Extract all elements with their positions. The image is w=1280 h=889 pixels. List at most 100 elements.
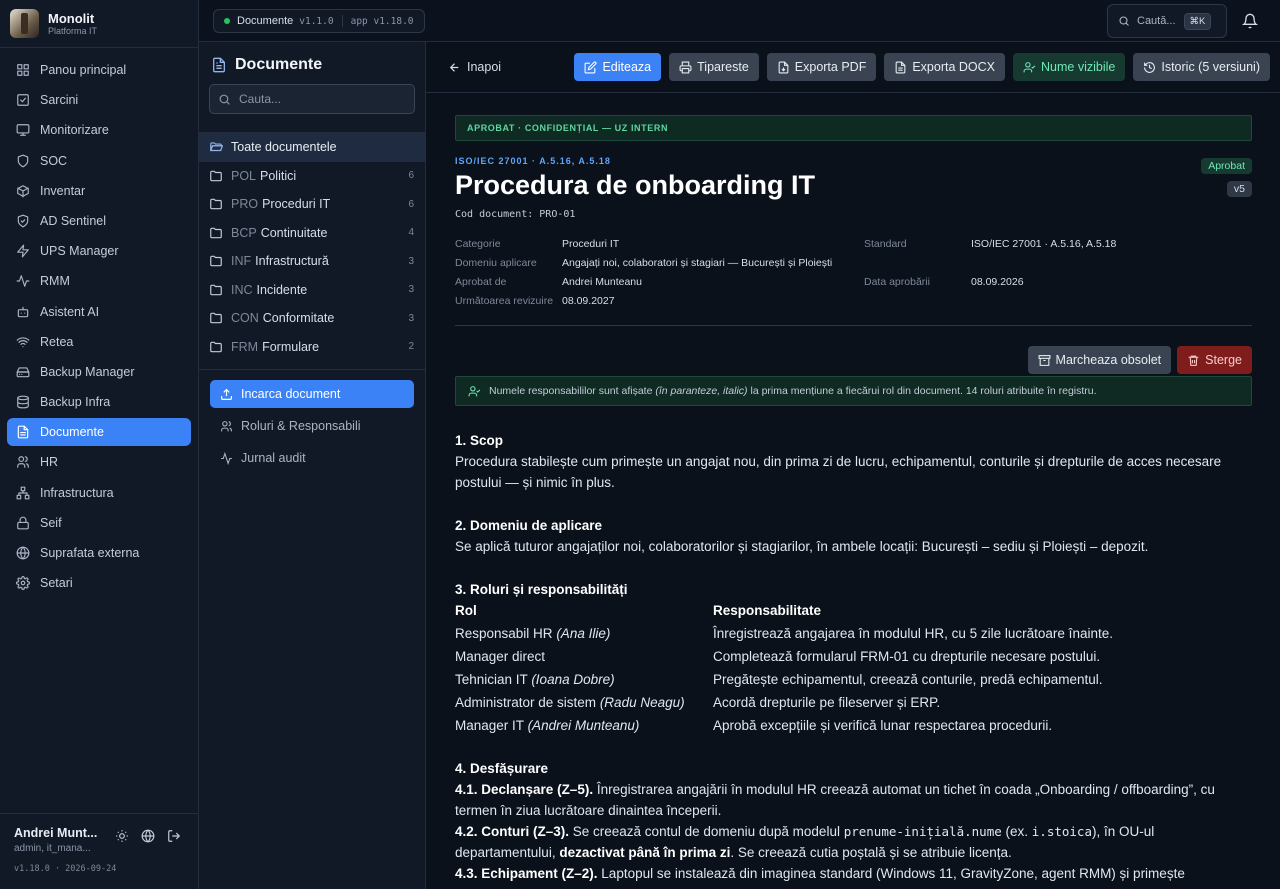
upload-document-button[interactable]: Incarca document — [210, 380, 414, 408]
export-docx-button[interactable]: Exporta DOCX — [884, 53, 1006, 81]
sidebar-item-panou-principal[interactable]: Panou principal — [7, 56, 191, 84]
sidebar-item-backup-manager[interactable]: Backup Manager — [7, 358, 191, 386]
zap-icon — [16, 244, 30, 258]
brand-subtitle: Platforma IT — [48, 25, 98, 36]
meta-value: Proceduri IT — [562, 238, 620, 250]
section-name: Documente — [237, 15, 294, 27]
wifi-icon — [16, 335, 30, 349]
sidebar-item-label: Seif — [40, 515, 62, 530]
roles-link[interactable]: Roluri & Responsabili — [199, 410, 425, 442]
globe-icon[interactable] — [141, 829, 155, 843]
folder-pol[interactable]: POL Politici 6 — [199, 162, 425, 191]
folder-name: Incidente — [256, 282, 308, 297]
folder-frm[interactable]: FRM Formulare 2 — [199, 333, 425, 362]
hard-drive-icon — [16, 365, 30, 379]
folder-bcp[interactable]: BCP Continuitate 4 — [199, 219, 425, 248]
logout-icon[interactable] — [167, 829, 181, 843]
sidebar-item-seif[interactable]: Seif — [7, 509, 191, 537]
print-button[interactable]: Tipareste — [669, 53, 759, 81]
global-search[interactable]: Caută... ⌘K — [1107, 4, 1227, 38]
sidebar-item-label: Backup Infra — [40, 395, 111, 410]
module-version: v1.1.0 — [299, 15, 334, 27]
folder-count: 3 — [408, 312, 414, 324]
status-badge: Aprobat — [1201, 158, 1252, 174]
export-pdf-button[interactable]: Exporta PDF — [766, 53, 877, 81]
sidebar-item-setari[interactable]: Setari — [7, 569, 191, 597]
step-4-1: 4.1. Declanșare (Z–5). Înregistrarea ang… — [455, 782, 1215, 818]
role-cell: Manager direct — [455, 649, 546, 664]
back-button[interactable]: Inapoi — [448, 60, 501, 74]
sidebar-item-monitorizare[interactable]: Monitorizare — [7, 116, 191, 144]
sidebar-item-retea[interactable]: Retea — [7, 328, 191, 356]
edit-button[interactable]: Editeaza — [574, 53, 662, 81]
document-title: Procedura de onboarding IT — [455, 170, 816, 200]
bot-icon — [16, 305, 30, 319]
sidebar-item-ad-sentinel[interactable]: AD Sentinel — [7, 207, 191, 235]
sidebar-item-asistent-ai[interactable]: Asistent AI — [7, 298, 191, 326]
folder-count: 2 — [408, 341, 414, 353]
search-icon — [1118, 15, 1130, 27]
sidebar-item-suprafata-externa[interactable]: Suprafata externa — [7, 539, 191, 567]
folder-prefix: INF — [231, 254, 252, 269]
audit-link[interactable]: Jurnal audit — [199, 442, 425, 474]
lock-icon — [16, 516, 30, 530]
brand[interactable]: Monolit Platforma IT — [0, 0, 198, 48]
folder-all[interactable]: Toate documentele — [199, 133, 425, 162]
sidebar-item-backup-infra[interactable]: Backup Infra — [7, 388, 191, 416]
version-badge: v5 — [1226, 181, 1252, 197]
sun-icon[interactable] — [115, 829, 129, 843]
sidebar-item-documente[interactable]: Documente — [7, 418, 191, 447]
sidebar-item-ups-manager[interactable]: UPS Manager — [7, 237, 191, 265]
step-4-2: 4.2. Conturi (Z–3). Se creează contul de… — [455, 824, 1155, 860]
section-text: Se aplică tuturor angajaților noi, colab… — [455, 539, 1149, 554]
activity-icon — [16, 274, 30, 288]
folder-icon — [209, 169, 223, 183]
sidebar-item-label: Asistent AI — [40, 304, 100, 319]
folder-list: Toate documentele POL Politici 6 PRO Procedu… — [199, 132, 425, 370]
responsibility-cell: Aprobă excepțiile și verifică lunar resp… — [713, 718, 1053, 733]
edit-icon — [584, 60, 597, 74]
brand-name: Monolit — [48, 10, 95, 26]
visible-names-label: Nume vizibile — [1041, 60, 1116, 74]
meta-key: Următoarea revizuire — [455, 295, 554, 307]
folder-pro[interactable]: PRO Proceduri IT 6 — [199, 190, 425, 219]
history-button[interactable]: Istoric (5 versiuni) — [1133, 53, 1270, 81]
section-pill[interactable]: Documente v1.1.0 app v1.18.0 — [213, 9, 425, 33]
folder-prefix: BCP — [231, 225, 257, 240]
upload-icon — [220, 388, 233, 401]
responsibility-cell: Acordă drepturile pe fileserver și ERP. — [713, 695, 941, 710]
sidebar-item-rmm[interactable]: RMM — [7, 267, 191, 295]
panel-title: Documente — [235, 56, 323, 73]
main-nav: Panou principal Sarcini Monitorizare SOC Inv… — [0, 48, 198, 597]
sidebar-item-inventar[interactable]: Inventar — [7, 177, 191, 205]
folder-icon — [209, 311, 223, 325]
grid-icon — [16, 63, 30, 77]
document-search-input[interactable]: Cauta... — [209, 84, 415, 114]
roles-header-resp: Responsabilitate — [713, 603, 822, 618]
global-search-placeholder: Caută... — [1137, 15, 1176, 27]
meta-key: Categorie — [455, 238, 501, 250]
folder-inc[interactable]: INC Incidente 3 — [199, 276, 425, 305]
mark-obsolete-button[interactable]: Marcheaza obsolet — [1027, 346, 1172, 374]
folder-inf[interactable]: INF Infrastructură 3 — [199, 247, 425, 276]
folder-count: 4 — [408, 227, 414, 239]
users-icon — [220, 420, 233, 433]
folder-con[interactable]: CON Conformitate 3 — [199, 304, 425, 333]
sidebar-item-label: Panou principal — [40, 63, 127, 77]
sidebar-item-sarcini[interactable]: Sarcini — [7, 86, 191, 114]
sidebar-item-label: UPS Manager — [40, 244, 119, 259]
sidebar-item-hr[interactable]: HR — [7, 448, 191, 476]
activity-icon — [220, 451, 233, 465]
sidebar-item-soc[interactable]: SOC — [7, 147, 191, 175]
export-pdf-label: Exporta PDF — [794, 60, 867, 74]
folder-prefix: POL — [231, 168, 257, 183]
visible-names-toggle[interactable]: Nume vizibile — [1013, 53, 1126, 81]
bell-icon[interactable] — [1241, 13, 1259, 29]
folder-name: Continuitate — [260, 225, 328, 240]
sidebar-item-infrastructura[interactable]: Infrastructura — [7, 479, 191, 507]
network-icon — [16, 486, 30, 500]
roles-table: Rol Responsabilitate Responsabil HR (Ana… — [455, 600, 1252, 736]
delete-button[interactable]: Sterge — [1177, 346, 1252, 374]
meta-key: Standard — [864, 238, 907, 250]
folder-count: 3 — [408, 284, 414, 296]
